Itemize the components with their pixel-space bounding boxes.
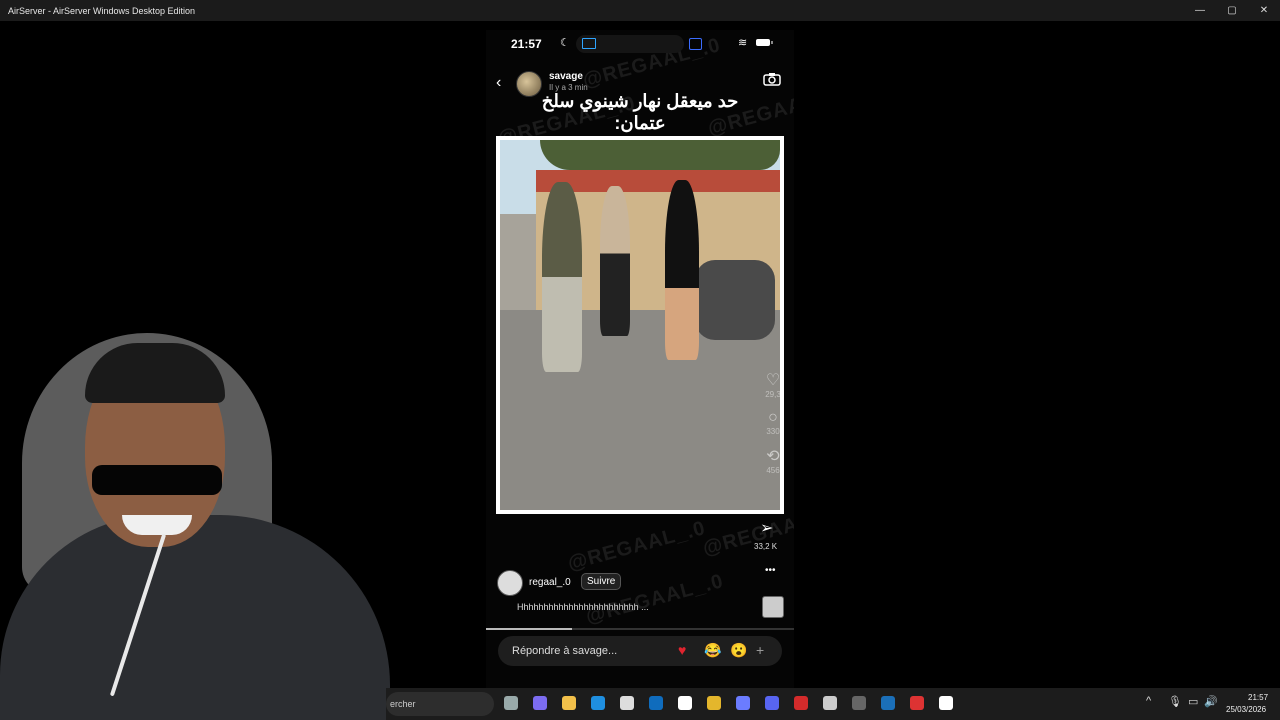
comment-icon[interactable]: ○ bbox=[758, 409, 788, 427]
share-count: 33,2 K bbox=[754, 542, 778, 551]
minimize-button[interactable]: — bbox=[1184, 0, 1216, 21]
surprised-reaction-icon[interactable]: 😮 bbox=[730, 642, 747, 659]
man-camouflage bbox=[542, 182, 582, 372]
laugh-reaction-icon[interactable]: 😂 bbox=[704, 642, 721, 659]
audio-thumbnail[interactable] bbox=[762, 596, 784, 618]
smile bbox=[122, 515, 192, 535]
story-caption: حد ميعقل نهار شينوي سلخ عتمان: bbox=[541, 91, 739, 133]
folder-icon[interactable] bbox=[562, 696, 576, 710]
maximize-button[interactable]: ▢ bbox=[1216, 0, 1248, 21]
screen-mirror-icon bbox=[582, 38, 596, 49]
taskbar-search[interactable]: ercher bbox=[386, 692, 494, 716]
close-button[interactable]: ✕ bbox=[1248, 0, 1280, 21]
window-controls: — ▢ ✕ bbox=[1184, 0, 1280, 21]
story-progress-fill bbox=[486, 628, 573, 630]
volume-icon[interactable]: 🔊 bbox=[1204, 695, 1218, 708]
chrome-icon[interactable] bbox=[707, 696, 721, 710]
repost-count: 456 bbox=[766, 466, 780, 475]
heart-reaction-icon[interactable]: ♥ bbox=[678, 642, 686, 658]
window-titlebar: AirServer - AirServer Windows Desktop Ed… bbox=[0, 0, 1280, 21]
more-icon[interactable]: ••• bbox=[765, 565, 776, 576]
file-explorer-icon[interactable] bbox=[504, 696, 518, 710]
screen-record-icon bbox=[689, 38, 702, 50]
phone-mirror: @REGAAL_.0 @REGAAL_.0 @REGAAL_.0 @REGAAL… bbox=[486, 30, 794, 688]
story-username[interactable]: savage bbox=[549, 71, 583, 82]
man-cap bbox=[600, 186, 630, 336]
heart-icon[interactable]: ♡ bbox=[758, 370, 788, 390]
sunglasses bbox=[92, 465, 222, 495]
window-title: AirServer - AirServer Windows Desktop Ed… bbox=[8, 5, 196, 16]
edge-icon[interactable] bbox=[591, 696, 605, 710]
reply-placeholder: Répondre à savage... bbox=[512, 645, 618, 657]
taskbar: ercher ^ 🎙 ▭ 🔊 21:57 25/03/2026 bbox=[386, 688, 1280, 720]
openai-icon[interactable] bbox=[823, 696, 837, 710]
search-text: ercher bbox=[390, 699, 416, 709]
clock-date[interactable]: 25/03/2026 bbox=[1226, 705, 1266, 714]
wifi-icon: ≋ bbox=[738, 37, 748, 49]
avatar[interactable] bbox=[497, 570, 523, 596]
scooter bbox=[695, 260, 775, 340]
copilot-icon[interactable] bbox=[533, 696, 547, 710]
webcam-overlay bbox=[0, 325, 390, 720]
dynamic-island bbox=[576, 35, 702, 53]
store-icon[interactable] bbox=[620, 696, 634, 710]
post-actions: ♡ 29,3 ○ 330 ⟲ 456 bbox=[758, 360, 788, 475]
app-icon[interactable] bbox=[939, 696, 953, 710]
reel-username[interactable]: regaal_.0 bbox=[529, 577, 571, 588]
man-black-shirt bbox=[665, 180, 699, 360]
reply-field[interactable]: Répondre à savage... ♥ 😂 😮 + bbox=[498, 636, 782, 666]
plus-icon[interactable]: + bbox=[756, 642, 764, 658]
network-icon[interactable]: ▭ bbox=[1188, 695, 1198, 708]
steam-icon[interactable] bbox=[881, 696, 895, 710]
back-chevron-icon[interactable]: ‹ bbox=[496, 74, 501, 92]
obs-icon[interactable] bbox=[852, 696, 866, 710]
tree bbox=[540, 140, 780, 170]
reel-caption: Hhhhhhhhhhhhhhhhhhhhhhhh ... bbox=[517, 602, 649, 612]
clock-time[interactable]: 21:57 bbox=[1248, 693, 1268, 702]
follow-button[interactable]: Suivre bbox=[581, 573, 622, 590]
reel-info: regaal_.0 Suivre Hhhhhhhhhhhhhhhhhhhhhhh… bbox=[486, 562, 794, 622]
like-count: 29,3 bbox=[765, 390, 781, 399]
outlook-icon[interactable] bbox=[649, 696, 663, 710]
game-icon[interactable] bbox=[736, 696, 750, 710]
chevron-up-icon[interactable]: ^ bbox=[1146, 695, 1151, 707]
story-progress bbox=[486, 628, 794, 630]
comment-count: 330 bbox=[766, 427, 780, 436]
send-icon[interactable]: ➢ bbox=[760, 518, 773, 538]
acrobat-icon[interactable] bbox=[794, 696, 808, 710]
discord-icon[interactable] bbox=[765, 696, 779, 710]
repost-icon[interactable]: ⟲ bbox=[758, 446, 788, 466]
post-photo bbox=[500, 140, 780, 510]
moon-icon: ☾ bbox=[560, 37, 570, 49]
shared-post-frame[interactable] bbox=[496, 136, 784, 514]
brand-icon[interactable] bbox=[910, 696, 924, 710]
airserver-icon[interactable] bbox=[678, 696, 692, 710]
camera-icon[interactable] bbox=[763, 72, 781, 86]
phone-status-bar: 21:57 ☾ ≋ bbox=[486, 35, 794, 53]
status-time: 21:57 bbox=[511, 37, 542, 51]
battery-icon bbox=[756, 39, 773, 46]
microphone-icon[interactable]: 🎙 bbox=[1168, 695, 1182, 708]
